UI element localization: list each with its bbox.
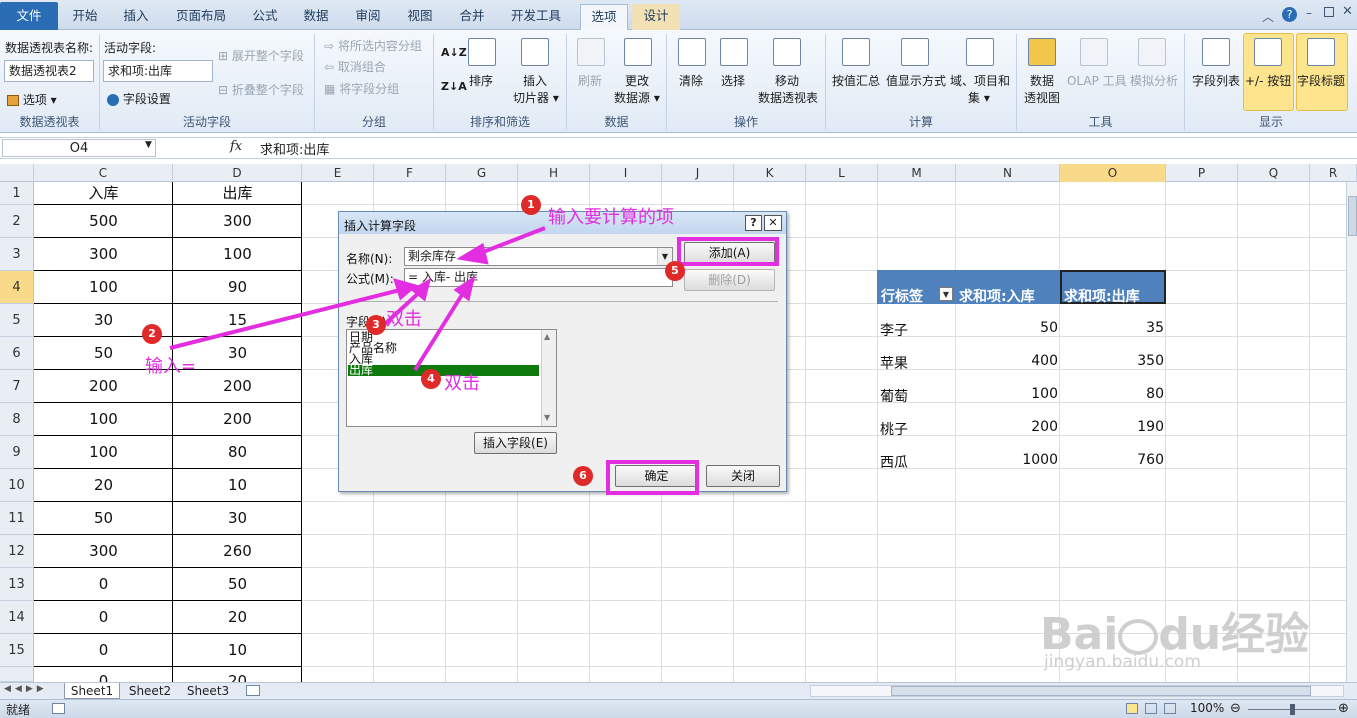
row-header[interactable]: 1: [0, 182, 34, 205]
horizontal-scroll-thumb[interactable]: [891, 686, 1311, 696]
annotation-step4: 双击: [444, 373, 480, 394]
zoom-in-icon[interactable]: ⊕: [1338, 701, 1349, 716]
step-badge-5: 5: [665, 261, 685, 281]
status-bar: 就绪 100% ⊖ ⊕: [0, 699, 1357, 718]
sheet-nav-arrows-icon[interactable]: ◀◀▶▶: [4, 684, 48, 694]
sheet-tab-1[interactable]: Sheet1: [64, 683, 120, 699]
arrow-step4: [413, 288, 467, 372]
status-ready: 就绪: [6, 703, 31, 717]
step-badge-1: 1: [521, 195, 541, 215]
arrow-step1: [477, 226, 546, 256]
row-header[interactable]: 9: [0, 436, 34, 469]
annotation-step2: 输入=: [145, 356, 197, 377]
row-header[interactable]: 14: [0, 601, 34, 634]
normal-view-icon[interactable]: [1126, 703, 1138, 714]
arrow-head: [392, 278, 419, 301]
arrow-step2: [169, 288, 401, 350]
vertical-scroll-thumb[interactable]: [1348, 196, 1357, 236]
step-badge-2: 2: [142, 324, 162, 344]
row-header[interactable]: 3: [0, 238, 34, 271]
watermark-url: jingyan.baidu.com: [1044, 652, 1201, 672]
step-badge-4: 4: [421, 369, 441, 389]
vertical-scrollbar[interactable]: [1346, 182, 1357, 682]
arrow-head: [453, 275, 476, 302]
row-header[interactable]: 12: [0, 535, 34, 568]
horizontal-scrollbar[interactable]: [810, 685, 1344, 697]
new-sheet-icon[interactable]: [246, 685, 260, 696]
row-header[interactable]: 10: [0, 469, 34, 502]
zoom-out-icon[interactable]: ⊖: [1230, 701, 1241, 716]
row-header[interactable]: 13: [0, 568, 34, 601]
step-badge-3: 3: [366, 315, 386, 335]
sheet-tab-bar: ◀◀▶▶ Sheet1 Sheet2 Sheet3: [0, 682, 1357, 699]
row-header[interactable]: 8: [0, 403, 34, 436]
zoom-slider-thumb[interactable]: [1290, 704, 1295, 715]
row-header[interactable]: 7: [0, 370, 34, 403]
annotation-step3: 双击: [386, 309, 422, 330]
page-layout-view-icon[interactable]: [1145, 703, 1157, 714]
paw-icon: [1118, 619, 1159, 655]
sheet-tab-2[interactable]: Sheet2: [122, 683, 178, 699]
row-header-partial[interactable]: [0, 667, 34, 682]
row-header[interactable]: 15: [0, 634, 34, 667]
row-header[interactable]: 5: [0, 304, 34, 337]
row-header[interactable]: 2: [0, 205, 34, 238]
zoom-level[interactable]: 100%: [1190, 701, 1224, 715]
step-badge-6: 6: [573, 466, 593, 486]
page-break-view-icon[interactable]: [1164, 703, 1176, 714]
annotation-step1: 输入要计算的项: [548, 207, 674, 228]
sheet-tab-3[interactable]: Sheet3: [180, 683, 236, 699]
arrow-head: [456, 242, 489, 265]
row-header[interactable]: 4: [0, 271, 34, 304]
row-header[interactable]: 11: [0, 502, 34, 535]
macro-record-icon[interactable]: [52, 703, 65, 714]
row-header[interactable]: 6: [0, 337, 34, 370]
